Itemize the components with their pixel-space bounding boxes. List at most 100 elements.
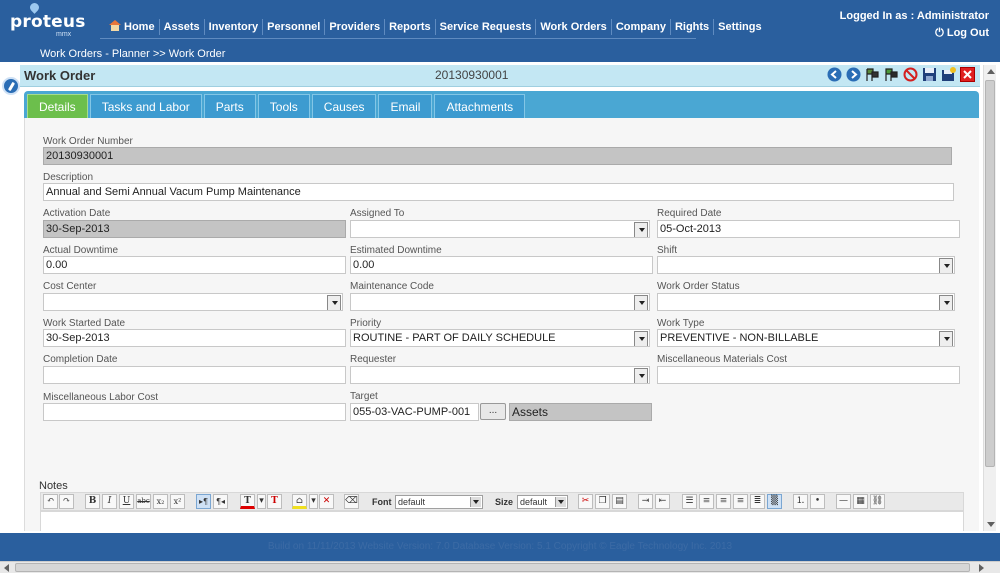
remove-highlight-icon[interactable]: ✕ xyxy=(319,494,334,509)
logout-link[interactable]: ⏻ Log Out xyxy=(935,27,989,40)
scroll-up-icon[interactable] xyxy=(987,69,995,74)
completion-date-field[interactable] xyxy=(43,366,346,384)
nav-inventory[interactable]: Inventory xyxy=(205,19,264,35)
size-select[interactable]: default xyxy=(517,495,568,509)
close-icon[interactable] xyxy=(960,67,975,82)
next-icon[interactable] xyxy=(846,67,861,82)
completion-date-label: Completion Date xyxy=(43,354,118,365)
cut-icon[interactable]: ✂ xyxy=(578,494,593,509)
required-date-field[interactable]: 05-Oct-2013 xyxy=(657,220,960,238)
horizontal-rule-icon[interactable]: — xyxy=(836,494,851,509)
nav-rights[interactable]: Rights xyxy=(671,19,715,35)
flags-icon[interactable] xyxy=(865,67,880,82)
text-color-icon[interactable]: T xyxy=(240,494,255,509)
insert-link-icon[interactable]: ⛓ xyxy=(870,494,885,509)
align-right-icon[interactable]: ≡ xyxy=(733,494,748,509)
align-center-icon[interactable]: ≡ xyxy=(716,494,731,509)
strikethrough-icon[interactable]: abc xyxy=(136,494,151,509)
clear-format-icon[interactable]: T xyxy=(267,494,282,509)
copy-icon[interactable]: ❐ xyxy=(595,494,610,509)
target-browse-button[interactable]: ... xyxy=(480,403,506,420)
numbered-list-icon[interactable]: ⒈ xyxy=(793,494,808,509)
work-order-status-label: Work Order Status xyxy=(657,281,740,292)
horizontal-scrollbar[interactable] xyxy=(0,561,1000,573)
bullet-list-icon[interactable]: • xyxy=(810,494,825,509)
power-icon: ⏻ xyxy=(935,27,944,39)
tab-details[interactable]: Details xyxy=(27,94,88,118)
redo-icon[interactable]: ↷ xyxy=(59,494,74,509)
nav-personnel[interactable]: Personnel xyxy=(263,19,326,35)
subscript-icon[interactable]: x₂ xyxy=(153,494,168,509)
proteus-logo[interactable]: proteus mmx xyxy=(10,1,86,38)
nav-company[interactable]: Company xyxy=(612,19,671,35)
work-type-select[interactable]: PREVENTIVE - NON-BILLABLE xyxy=(657,329,955,347)
work-started-date-field[interactable]: 30-Sep-2013 xyxy=(43,329,346,347)
maintenance-code-select[interactable] xyxy=(350,293,650,311)
tab-tools[interactable]: Tools xyxy=(257,94,310,118)
align-left-icon[interactable]: ≡ xyxy=(699,494,714,509)
font-select[interactable]: default xyxy=(395,495,483,509)
chevron-down-icon[interactable]: ▾ xyxy=(257,494,266,509)
eraser-icon[interactable]: ⌫ xyxy=(344,494,359,509)
priority-select[interactable]: ROUTINE - PART OF DAILY SCHEDULE xyxy=(350,329,650,347)
outdent-icon[interactable]: ⇤ xyxy=(655,494,670,509)
actual-downtime-field[interactable]: 0.00 xyxy=(43,256,346,274)
edit-pencil-icon[interactable] xyxy=(2,77,20,95)
ltr-icon[interactable]: ▸¶ xyxy=(196,494,211,509)
nav-work-orders[interactable]: Work Orders xyxy=(536,19,612,35)
cancel-icon[interactable] xyxy=(903,67,918,82)
tab-email[interactable]: Email xyxy=(378,94,433,118)
target-label: Target xyxy=(350,391,378,402)
description-field[interactable]: Annual and Semi Annual Vacum Pump Mainte… xyxy=(43,183,954,201)
rtl-icon[interactable]: ¶◂ xyxy=(213,494,228,509)
misc-materials-cost-label: Miscellaneous Materials Cost xyxy=(657,354,788,365)
align-none-icon[interactable]: ▒ xyxy=(767,494,782,509)
flags-icon[interactable] xyxy=(884,67,899,82)
nav-home[interactable]: Home xyxy=(105,19,160,35)
chevron-down-icon xyxy=(332,301,338,305)
shift-select[interactable] xyxy=(657,256,955,274)
work-order-status-select[interactable] xyxy=(657,293,955,311)
scroll-thumb[interactable] xyxy=(15,563,970,572)
highlight-icon[interactable]: ⌂ xyxy=(292,494,307,509)
scroll-thumb[interactable] xyxy=(985,80,995,467)
scroll-right-icon[interactable] xyxy=(979,564,984,572)
chevron-down-icon xyxy=(944,301,950,305)
vertical-scrollbar[interactable] xyxy=(983,65,996,531)
justify-icon[interactable]: ☰ xyxy=(682,494,697,509)
prev-icon[interactable] xyxy=(827,67,842,82)
save-new-icon[interactable] xyxy=(941,67,956,82)
insert-image-icon[interactable]: ▦ xyxy=(853,494,868,509)
nav-reports[interactable]: Reports xyxy=(385,19,436,35)
work-type-label: Work Type xyxy=(657,318,705,329)
scroll-left-icon[interactable] xyxy=(4,564,9,572)
nav-service-requests[interactable]: Service Requests xyxy=(436,19,537,35)
paste-icon[interactable]: ▤ xyxy=(612,494,627,509)
nav-settings[interactable]: Settings xyxy=(714,19,765,35)
tab-causes[interactable]: Causes xyxy=(311,94,377,118)
underline-icon[interactable]: U xyxy=(119,494,134,509)
cost-center-select[interactable] xyxy=(43,293,343,311)
tab-attachments[interactable]: Attachments xyxy=(434,94,526,118)
notes-editor[interactable] xyxy=(40,511,964,531)
misc-labor-cost-field[interactable] xyxy=(43,403,346,421)
chevron-down-icon[interactable]: ▾ xyxy=(309,494,318,509)
bold-icon[interactable]: B xyxy=(85,494,100,509)
description-label: Description xyxy=(43,172,94,183)
save-icon[interactable] xyxy=(922,67,937,82)
indent-icon[interactable]: ⇥ xyxy=(638,494,653,509)
estimated-downtime-field[interactable]: 0.00 xyxy=(350,256,653,274)
superscript-icon[interactable]: x² xyxy=(170,494,185,509)
requester-select[interactable] xyxy=(350,366,650,384)
assigned-to-select[interactable] xyxy=(350,220,650,238)
scroll-down-icon[interactable] xyxy=(987,522,995,527)
undo-icon[interactable]: ↶ xyxy=(43,494,58,509)
italic-icon[interactable]: I xyxy=(102,494,117,509)
align-justify-icon[interactable]: ≣ xyxy=(750,494,765,509)
tab-parts[interactable]: Parts xyxy=(203,94,256,118)
target-field[interactable]: 055-03-VAC-PUMP-001 xyxy=(350,403,479,421)
tab-tasks-and-labor[interactable]: Tasks and Labor xyxy=(89,94,202,118)
nav-providers[interactable]: Providers xyxy=(325,19,386,35)
misc-materials-cost-field[interactable] xyxy=(657,366,960,384)
nav-assets[interactable]: Assets xyxy=(160,19,205,35)
